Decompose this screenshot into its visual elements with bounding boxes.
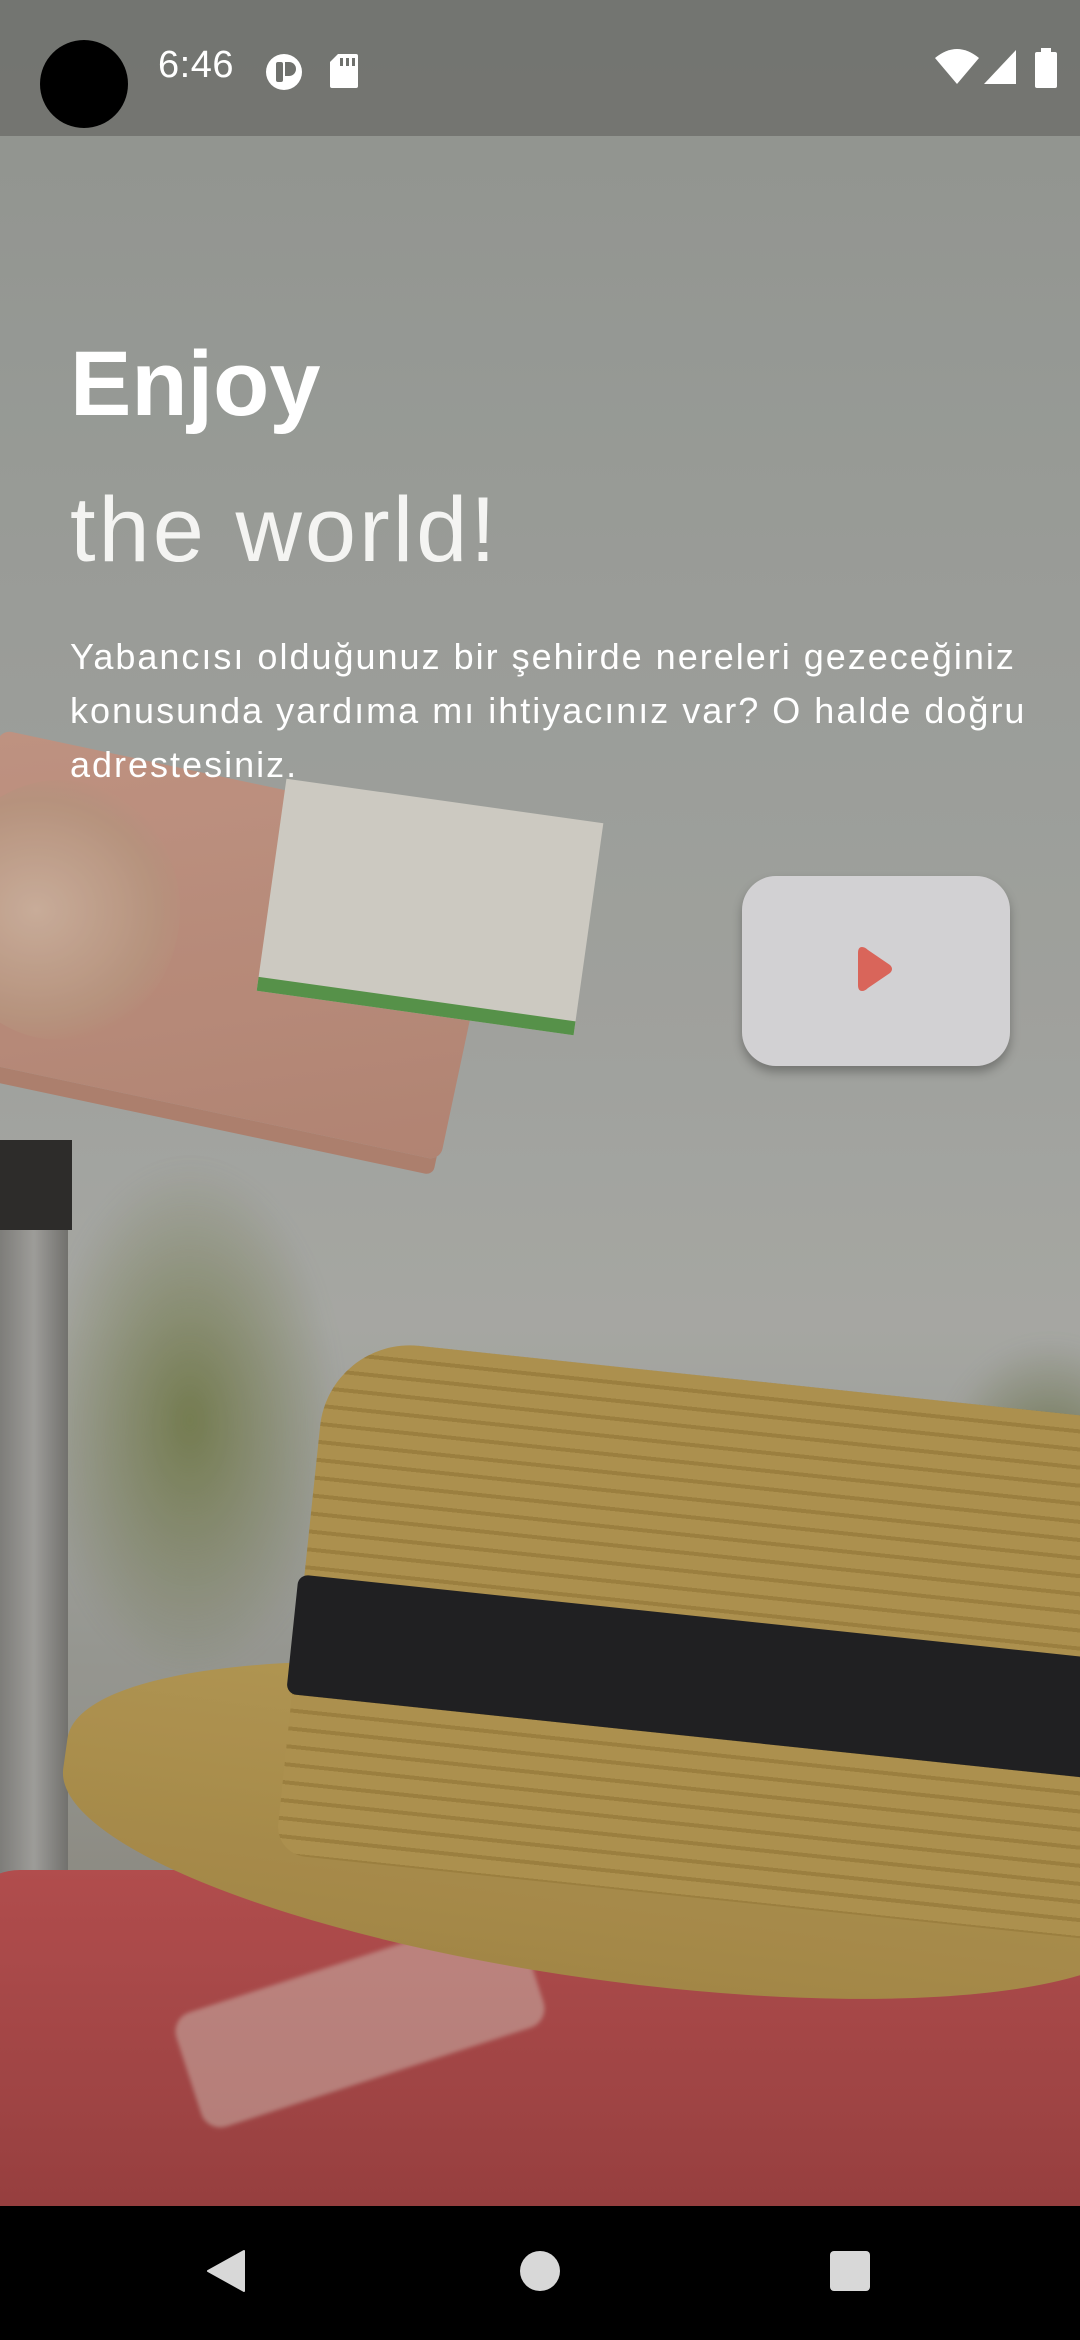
hero-title-line1: Enjoy bbox=[70, 333, 321, 435]
navigation-bar bbox=[0, 2206, 1080, 2340]
hero-title-line2: the world! bbox=[70, 479, 499, 581]
hero-description: Yabancısı olduğunuz bir şehirde nereleri… bbox=[70, 636, 1027, 785]
home-button[interactable] bbox=[480, 2206, 600, 2340]
play-arrow-icon bbox=[856, 943, 896, 1000]
alarm-badge-icon bbox=[264, 52, 304, 97]
camera-cutout bbox=[40, 40, 128, 128]
battery-icon bbox=[1034, 48, 1058, 93]
status-time: 6:46 bbox=[158, 44, 234, 86]
recents-button[interactable] bbox=[790, 2206, 910, 2340]
back-button[interactable] bbox=[166, 2206, 286, 2340]
status-bar: 6:46 bbox=[0, 0, 1080, 136]
background-dim-overlay bbox=[0, 0, 1080, 2206]
wifi-icon bbox=[934, 48, 980, 91]
cellular-signal-icon bbox=[982, 48, 1018, 91]
back-icon bbox=[204, 2247, 248, 2300]
home-icon bbox=[518, 2249, 562, 2298]
sd-card-icon bbox=[328, 52, 360, 95]
onboarding-screen: Enjoy the world! Yabancısı olduğunuz bir… bbox=[0, 0, 1080, 2206]
next-button[interactable] bbox=[742, 876, 1010, 1066]
recents-icon bbox=[828, 2249, 872, 2298]
